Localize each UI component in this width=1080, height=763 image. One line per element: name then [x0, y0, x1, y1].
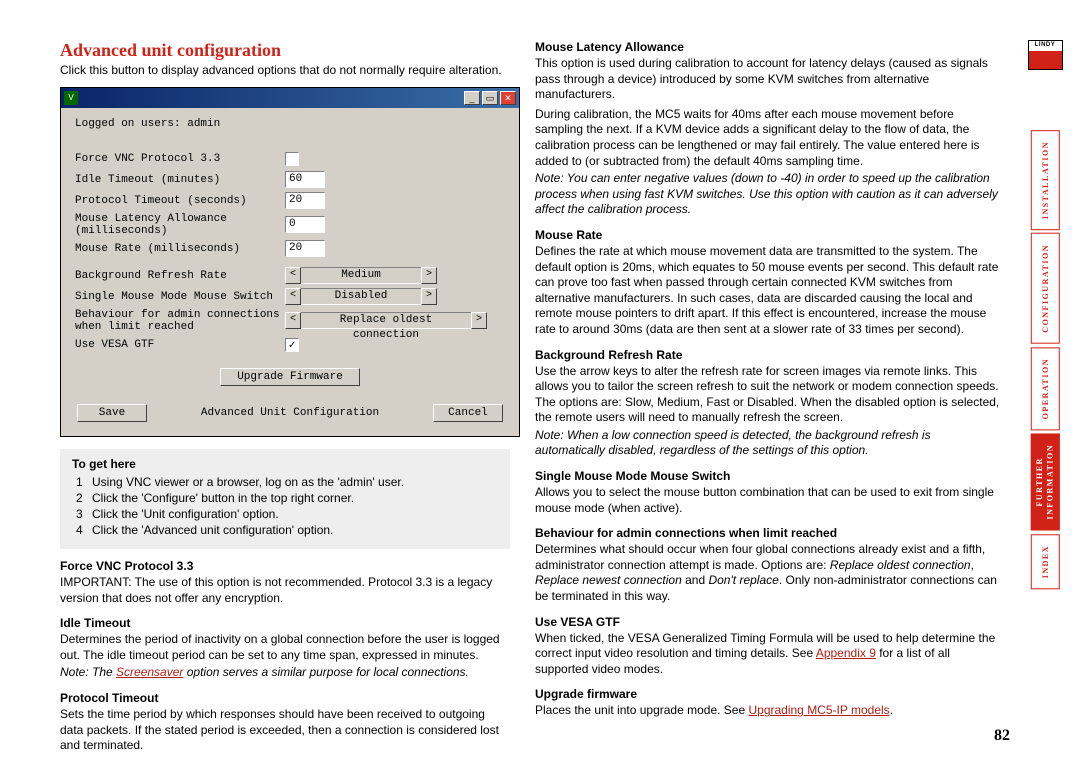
bg-refresh-value: Medium	[301, 267, 421, 284]
latency-p1: This option is used during calibration t…	[535, 56, 1000, 103]
bg-heading: Background Refresh Rate	[535, 348, 1000, 362]
close-button[interactable]: ✕	[500, 91, 516, 105]
tab-operation[interactable]: OPERATION	[1031, 347, 1060, 430]
bg-text: Use the arrow keys to alter the refresh …	[535, 364, 1000, 426]
input-protocol-timeout[interactable]: 20	[285, 192, 325, 209]
appendix-link[interactable]: Appendix 9	[816, 646, 876, 660]
brand-logo: LINDY	[1028, 40, 1063, 70]
behaviour-value: Replace oldest connection	[301, 312, 471, 329]
single-mouse-next[interactable]: >	[421, 288, 437, 305]
save-button[interactable]: Save	[77, 404, 147, 422]
page-title: Advanced unit configuration	[60, 40, 510, 61]
upgrade-firmware-button[interactable]: Upgrade Firmware	[220, 368, 360, 386]
rate-text: Defines the rate at which mouse movement…	[535, 244, 1000, 338]
single-mouse-prev[interactable]: <	[285, 288, 301, 305]
upgrade-heading: Upgrade firmware	[535, 687, 1000, 701]
input-mouse-rate[interactable]: 20	[285, 240, 325, 257]
bg-note: Note: When a low connection speed is det…	[535, 428, 1000, 459]
sidebar: LINDY INSTALLATION CONFIGURATION OPERATI…	[1025, 40, 1065, 589]
label-use-vesa: Use VESA GTF	[75, 339, 285, 351]
tab-configuration[interactable]: CONFIGURATION	[1031, 233, 1060, 344]
dialog-title-label: Advanced Unit Configuration	[201, 407, 379, 419]
tab-index[interactable]: INDEX	[1031, 534, 1060, 589]
rate-heading: Mouse Rate	[535, 228, 1000, 242]
upgrading-link[interactable]: Upgrading MC5-IP models	[748, 703, 889, 717]
idle-text: Determines the period of inactivity on a…	[60, 632, 510, 663]
minimize-button[interactable]: _	[464, 91, 480, 105]
step-2: 2Click the 'Configure' button in the top…	[76, 491, 498, 505]
label-bg-refresh: Background Refresh Rate	[75, 270, 285, 282]
protocol-heading: Protocol Timeout	[60, 691, 510, 705]
vesa-heading: Use VESA GTF	[535, 615, 1000, 629]
intro-text: Click this button to display advanced op…	[60, 63, 510, 79]
label-force-vnc: Force VNC Protocol 3.3	[75, 153, 285, 165]
force-vnc-text: IMPORTANT: The use of this option is not…	[60, 575, 510, 606]
step-3: 3Click the 'Unit configuration' option.	[76, 507, 498, 521]
maximize-button[interactable]: ▭	[482, 91, 498, 105]
logged-on-text: Logged on users: admin	[75, 118, 505, 130]
app-icon: V	[64, 91, 78, 105]
page-number: 82	[994, 727, 1010, 745]
label-single-mouse: Single Mouse Mode Mouse Switch	[75, 291, 285, 303]
step-4: 4Click the 'Advanced unit configuration'…	[76, 523, 498, 537]
to-get-here-box: To get here 1Using VNC viewer or a brows…	[60, 449, 510, 549]
tab-further-information[interactable]: FURTHERINFORMATION	[1031, 433, 1060, 530]
behaviour-prev[interactable]: <	[285, 312, 301, 329]
vesa-text: When ticked, the VESA Generalized Timing…	[535, 631, 1000, 678]
behaviour-text: Determines what should occur when four g…	[535, 542, 1000, 604]
behaviour-heading: Behaviour for admin connections when lim…	[535, 526, 1000, 540]
vnc-window: V _ ▭ ✕ Logged on users: admin Force VNC…	[60, 87, 520, 437]
checkbox-force-vnc[interactable]	[285, 152, 299, 166]
single-heading: Single Mouse Mode Mouse Switch	[535, 469, 1000, 483]
bg-refresh-prev[interactable]: <	[285, 267, 301, 284]
input-mouse-latency[interactable]: 0	[285, 216, 325, 233]
latency-p2: During calibration, the MC5 waits for 40…	[535, 107, 1000, 169]
to-get-here-heading: To get here	[72, 457, 498, 471]
label-behaviour: Behaviour for admin connectionswhen limi…	[75, 309, 285, 333]
latency-note: Note: You can enter negative values (dow…	[535, 171, 1000, 218]
upgrade-text: Places the unit into upgrade mode. See U…	[535, 703, 1000, 719]
screensaver-link[interactable]: Screensaver	[116, 665, 183, 679]
label-idle-timeout: Idle Timeout (minutes)	[75, 174, 285, 186]
behaviour-next[interactable]: >	[471, 312, 487, 329]
tab-installation[interactable]: INSTALLATION	[1031, 130, 1060, 230]
single-text: Allows you to select the mouse button co…	[535, 485, 1000, 516]
protocol-text: Sets the time period by which responses …	[60, 707, 510, 754]
step-1: 1Using VNC viewer or a browser, log on a…	[76, 475, 498, 489]
input-idle-timeout[interactable]: 60	[285, 171, 325, 188]
checkbox-use-vesa[interactable]: ✓	[285, 338, 299, 352]
bg-refresh-next[interactable]: >	[421, 267, 437, 284]
idle-heading: Idle Timeout	[60, 616, 510, 630]
cancel-button[interactable]: Cancel	[433, 404, 503, 422]
latency-heading: Mouse Latency Allowance	[535, 40, 1000, 54]
idle-note: Note: The Screensaver option serves a si…	[60, 665, 510, 681]
single-mouse-value: Disabled	[301, 288, 421, 305]
label-protocol-timeout: Protocol Timeout (seconds)	[75, 195, 285, 207]
force-vnc-heading: Force VNC Protocol 3.3	[60, 559, 510, 573]
label-mouse-rate: Mouse Rate (milliseconds)	[75, 243, 285, 255]
window-titlebar: V _ ▭ ✕	[61, 88, 519, 108]
label-mouse-latency: Mouse Latency Allowance(milliseconds)	[75, 213, 285, 237]
